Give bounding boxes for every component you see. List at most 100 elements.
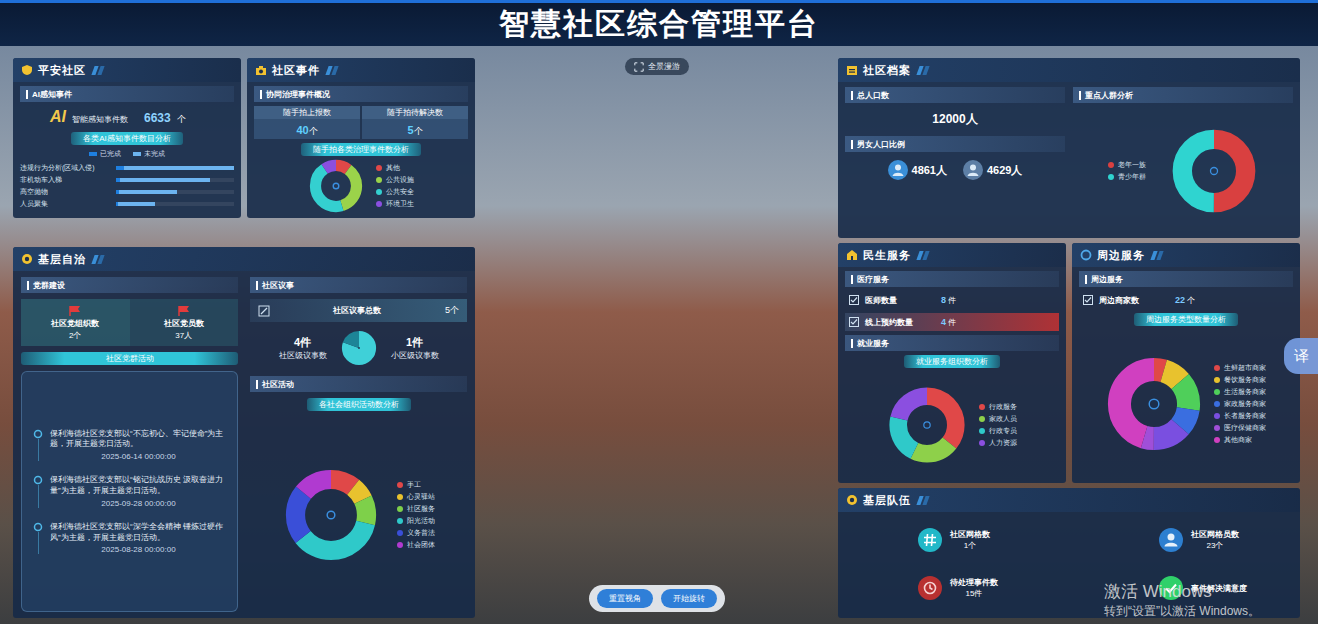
legend-item: 青少年群: [1108, 172, 1146, 182]
legend-item: 手工: [397, 480, 435, 490]
grassroots-team-panel: 基层队伍社区网格数1个社区网格员数23个待处理事件数15件事件解决满意度: [838, 488, 1300, 618]
timeline-item: 保利海德社区党支部以“不忘初心、牢记使命”为主题，开展主题党日活动。2025-0…: [32, 429, 227, 462]
party-flag-icon: [177, 305, 191, 317]
party-stat: 社区党员数37人: [130, 299, 239, 346]
legend-item: 义务普法: [397, 528, 435, 538]
scene-controls: 重置视角开始旋转: [589, 585, 725, 612]
legend-item: 家政服务商家: [1214, 399, 1266, 409]
checkbox-icon: [849, 317, 859, 327]
legend-item: 阳光活动: [397, 516, 435, 526]
bar-chart: 违规行为分析(区域入侵)非机动车入梯高空抛物人员聚集: [20, 163, 234, 209]
folder-icon: [846, 64, 858, 76]
donut-segment: [1119, 369, 1188, 438]
key-group-chart: 老年一族青少年群: [1073, 109, 1293, 232]
livelihood-panel: 民生服务医疗服务医师数量8 件线上预约数量4 件就业服务就业服务组织数分析行政服…: [838, 243, 1066, 483]
team-stat: 社区网格数1个: [918, 516, 1039, 564]
section-header: 就业服务: [845, 335, 1059, 351]
donut-chart: [1170, 127, 1258, 215]
timeline-dot-icon: [33, 429, 43, 439]
dashboard-screen: 智慧社区综合管理平台平安社区AI感知事件AI智能感知事件数6633个各类AI感知…: [0, 0, 1318, 624]
translate-button[interactable]: 译: [1284, 338, 1318, 374]
activity-title: 社区党群活动: [21, 352, 238, 365]
legend-item: 家政人员: [979, 414, 1017, 424]
emblem-icon: [846, 494, 858, 506]
camera-icon: [255, 64, 267, 76]
section-header: 党群建设: [21, 277, 238, 293]
donut-segment: [1119, 369, 1188, 438]
ai-badge: AI: [50, 108, 66, 126]
section-header: 周边服务: [1079, 271, 1293, 287]
team-stat: 事件解决满意度: [1159, 564, 1280, 612]
panel-header: 周边服务: [1072, 243, 1300, 267]
legend-item: 其他商家: [1214, 435, 1266, 445]
scene-button[interactable]: 重置视角: [597, 589, 653, 608]
panel-title: 社区事件: [272, 63, 320, 78]
donut-segment: [295, 479, 366, 550]
legend-item: 行政服务: [979, 402, 1017, 412]
donut-segment: [1119, 369, 1188, 438]
section-header: 社区活动: [250, 376, 467, 392]
panel-title: 基层队伍: [863, 493, 911, 508]
donut-chart: [1106, 356, 1202, 452]
panorama-tour-button[interactable]: 全景漫游: [625, 58, 689, 75]
bar-row: 非机动车入梯: [20, 175, 234, 185]
bar-undone: [119, 190, 178, 194]
council-level: 1件小区级议事数: [391, 335, 439, 361]
donut-chart: [283, 467, 379, 563]
donut-segment: [295, 479, 366, 550]
party-flag-icon: [68, 305, 82, 317]
legend-item: 心灵驿站: [397, 492, 435, 502]
timeline-item: 保利海德社区党支部以“深学全会精神 锤炼过硬作风”为主题，开展主题党日活动。20…: [32, 522, 227, 555]
checkbox-icon: [1083, 295, 1093, 305]
section-header: AI感知事件: [20, 86, 234, 102]
grid-icon: [918, 528, 942, 552]
legend-item: 医疗保健商家: [1214, 423, 1266, 433]
panel-header: 基层自治: [13, 247, 475, 271]
council-pie-chart: [341, 330, 377, 366]
legend-item: 已完成: [89, 149, 121, 159]
donut-segment: [1119, 369, 1188, 438]
nearby-donut-chart: 生鲜超市商家餐饮服务商家生活服务商家家政服务商家长者服务商家医疗保健商家其他商家: [1079, 330, 1293, 477]
section-header: 重点人群分析: [1073, 87, 1293, 103]
activity-donut-chart: 手工心灵驿站社区服务阳光活动义务普法社会团体: [250, 417, 467, 612]
event-stat: 随手拍上报数40个: [254, 106, 360, 139]
panel-title: 平安社区: [38, 63, 86, 78]
total-population: 12000人: [845, 109, 1065, 130]
male-person-icon: [888, 160, 908, 180]
donut-segment: [315, 165, 356, 206]
donut-segment: [1119, 369, 1188, 438]
bar-undone: [120, 178, 210, 182]
ring-icon: [1080, 249, 1092, 261]
team-stat: 社区网格员数23个: [1159, 516, 1280, 564]
legend-item: 长者服务商家: [1214, 411, 1266, 421]
legend-item: 人力资源: [979, 438, 1017, 448]
legend-item: 环境卫生: [376, 199, 414, 209]
event-stat: 随手拍待解决数5个: [362, 106, 468, 139]
title-stripes: [93, 66, 103, 75]
community-archive-panel: 社区档案总人口数12000人男女人口比例4861人4629人重点人群分析老年一族…: [838, 58, 1300, 238]
section-header: 协同治理事件概况: [254, 86, 468, 102]
section-header: 总人口数: [845, 87, 1065, 103]
donut-segment: [1182, 139, 1245, 202]
female-person-icon: [963, 160, 983, 180]
legend-item: 社会团体: [397, 540, 435, 550]
donut-segment: [315, 165, 356, 206]
service-icon: [846, 249, 858, 261]
panel-title: 社区档案: [863, 63, 911, 78]
bar-undone: [118, 202, 155, 206]
panel-header: 社区档案: [838, 58, 1300, 82]
legend-item: 行政专员: [979, 426, 1017, 436]
donut-segment: [1119, 369, 1188, 438]
legend-item: 公共设施: [376, 175, 414, 185]
chart-title: 周边服务类型数量分析: [1134, 313, 1238, 326]
donut-segment: [295, 479, 366, 550]
medical-row: 线上预约数量4 件: [845, 313, 1059, 331]
scene-button[interactable]: 开始旋转: [661, 589, 717, 608]
timeline-item: 保利海德社区党支部以“铭记抗战历史 汲取奋进力量”为主题，开展主题党日活动。20…: [32, 475, 227, 508]
page-title: 智慧社区综合管理平台: [499, 4, 819, 45]
gender-count: 4861人: [888, 160, 947, 180]
title-stripes: [93, 255, 103, 264]
edit-icon: [258, 305, 270, 317]
council-level: 4件社区级议事数: [279, 335, 327, 361]
donut-segment: [1182, 139, 1245, 202]
